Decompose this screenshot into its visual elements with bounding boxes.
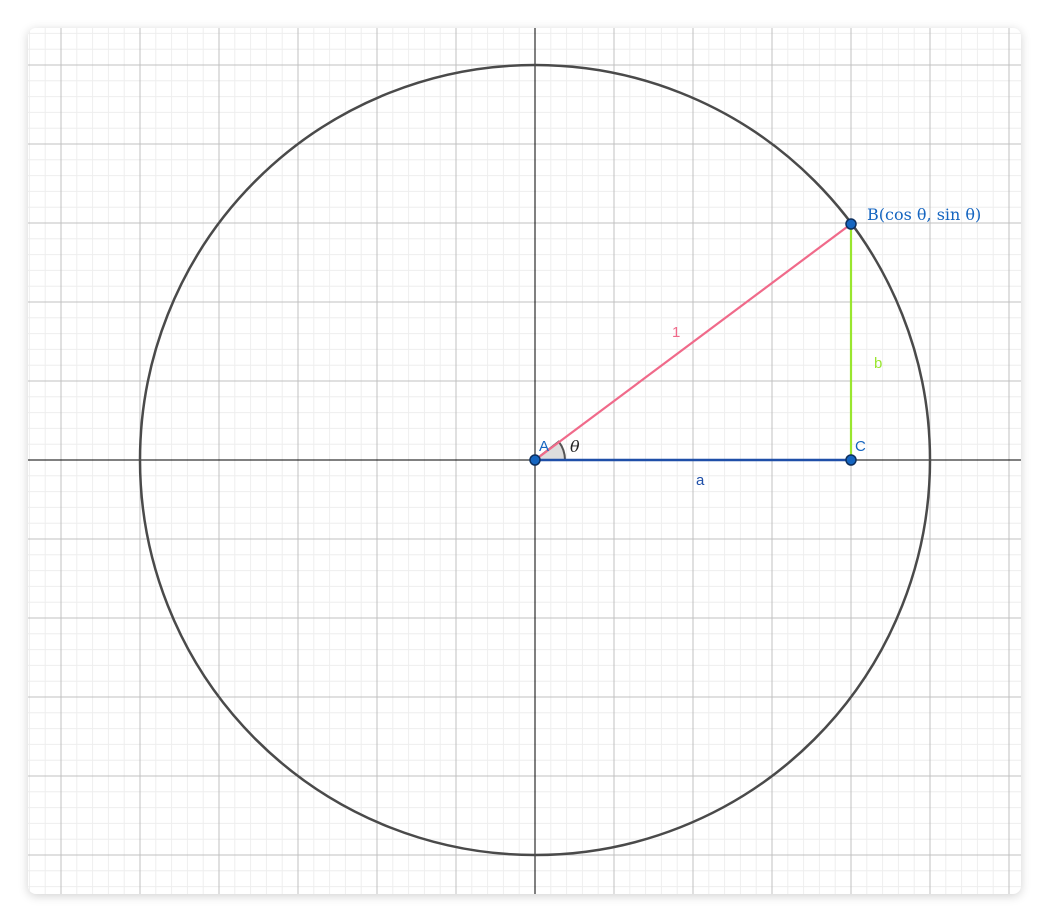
angle-theta-label: θ xyxy=(570,437,580,456)
minor-grid xyxy=(28,28,1021,894)
geometry-canvas[interactable]: A C B(cos θ, sin θ) θ 1 a b xyxy=(28,28,1021,894)
radius-length-label: 1 xyxy=(672,324,680,341)
point-b[interactable] xyxy=(845,218,857,230)
point-b-label: B(cos θ, sin θ) xyxy=(867,205,981,224)
opposite-length-label: b xyxy=(874,355,882,372)
point-c[interactable] xyxy=(845,454,857,466)
adjacent-length-label: a xyxy=(696,472,705,489)
point-a-label: A xyxy=(539,438,549,455)
major-grid xyxy=(28,28,1021,894)
point-c-label: C xyxy=(855,438,866,455)
point-a[interactable] xyxy=(529,454,541,466)
unit-circle-diagram: A C B(cos θ, sin θ) θ 1 a b xyxy=(28,28,1021,894)
